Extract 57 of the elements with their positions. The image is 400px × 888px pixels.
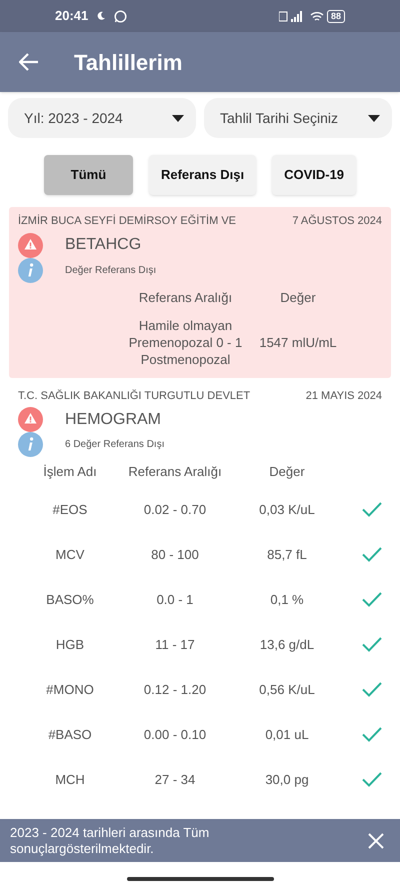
chat-icon [114,10,128,22]
institution-name: İZMİR BUCA SEYFİ DEMİRSOY EĞİTİM VE [18,214,236,229]
dropdown[interactable]: Tahlil Tarihi Seçiniz [204,98,392,138]
table-cell-text: #MONO [45,681,95,698]
column-header: Referans Aralığı [127,463,223,482]
out-of-range-note: Değer Referans Dışı [65,264,156,278]
table-cell-text: #EOS [52,501,88,518]
table-cell: Hamile olmayan Premenopozal 0 - 1 Postmenopozal [128,316,243,368]
caret-icon [368,114,380,122]
screen-title: Tahlillerim [74,48,182,76]
table-cell-text: BASO% [45,591,95,608]
out-of-range-note: 6 Değer Referans Dışı [65,438,164,452]
column-header: Referans Aralığı [138,288,234,307]
warning-icon [18,232,43,258]
table-cell-text: 0,1 % [269,591,305,608]
table-cell-text: MCH [54,771,86,788]
back-button[interactable] [18,51,40,73]
table-cell-text: 0,56 K/uL [258,681,316,698]
table-cell-text: 85,7 fL [266,546,308,563]
table-cell-text: MCV [54,546,86,563]
caret-icon [172,114,184,122]
table-cell-text: 11 - 17 [154,636,196,653]
test-name: BETAHCG [65,235,142,255]
table-cell-text: 30,0 pg [264,771,310,788]
filter-tab[interactable]: Tümü [44,155,133,195]
info-icon [18,432,43,457]
table-cell-text: 0.0 - 1 [156,591,194,608]
moon-icon [96,11,106,21]
column-header: Değer [279,288,317,307]
close-button[interactable] [366,830,386,850]
table-cell-text: 0.00 - 0.10 [142,726,208,743]
table-cell-text: 0.02 - 0.70 [142,501,208,518]
institution-name: T.C. SAĞLIK BAKANLIĞI TURGUTLU DEVLET [18,388,250,404]
table-cell-text: HGB [54,636,86,653]
snackbar-message: 2023 - 2024 tarihleri arasında Tüm sonuçlargösterilmektedir. [10,824,210,856]
table-cell-text: 0,03 K/uL [258,501,316,518]
info-icon [18,258,43,282]
table-cell-text: 13,6 g/dL [258,636,316,653]
column-header: Değer [268,463,306,482]
table-cell-text: 1547 mlU/mL [258,334,338,350]
signal-icon [278,10,305,22]
filter-tab[interactable]: COVID-19 [272,155,356,195]
dropdown[interactable]: Yıl: 2023 - 2024 [8,98,196,138]
table-cell-text: 27 - 34 [154,771,196,788]
table-cell-text: 0,01 uL [264,726,310,743]
result-date: 7 AĞUSTOS 2024 [292,214,382,229]
test-name: HEMOGRAM [65,410,161,430]
status-time: 20:41 [55,7,88,26]
table-cell-text: 0.12 - 1.20 [142,681,208,698]
result-date: 21 MAYIS 2024 [306,388,382,404]
column-header: İşlem Adı [42,463,98,482]
battery-indicator: 88 [326,10,345,22]
warning-icon [18,407,43,432]
filter-tab[interactable]: Referans Dışı [148,155,256,195]
table-cell-text: 80 - 100 [150,546,200,563]
wifi-icon [310,10,324,22]
table-cell-text: #BASO [47,726,93,743]
